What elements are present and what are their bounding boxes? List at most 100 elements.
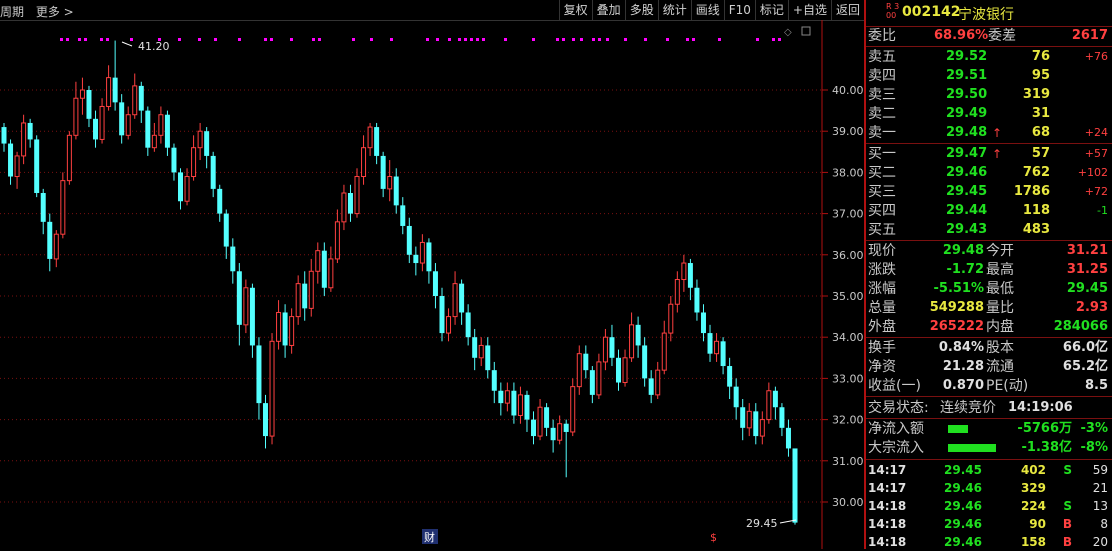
candle-body — [14, 155, 20, 178]
candle-body — [21, 122, 27, 157]
ask-volume: 319 — [1022, 87, 1050, 102]
price-axis-label: 38.00 — [832, 166, 864, 179]
candle-body — [276, 311, 282, 342]
bid-level-label: 买一 — [868, 146, 896, 162]
dividend-mark[interactable]: $ — [710, 531, 717, 544]
f10-button[interactable]: F10 — [723, 0, 755, 20]
diamond-icon[interactable]: ◇ — [784, 27, 792, 38]
bid-price: 29.46 — [946, 165, 988, 180]
signal-dot — [198, 38, 201, 41]
signal-dot — [572, 38, 575, 41]
candle-body — [328, 258, 334, 289]
candle-body — [171, 147, 177, 173]
candle-body — [714, 340, 720, 355]
candle-body — [60, 180, 66, 235]
fundamental-row: 换手 0.84% 股本 66.0亿 — [866, 339, 1112, 357]
candle-body — [746, 410, 752, 429]
candle-body — [785, 427, 791, 449]
multi-stock-button[interactable]: 多股 — [624, 0, 658, 20]
tick-row: 14:17 29.45 402 S 59 — [866, 461, 1112, 479]
fund-flow-row: 大宗流入 -1.38亿 -8% — [866, 439, 1112, 457]
fundamental-row: 收益(一) 0.870 PE(动) 8.5 — [866, 377, 1112, 395]
candle-body — [661, 332, 667, 371]
candle-body — [537, 406, 543, 437]
candle-body — [34, 139, 40, 193]
bid-price: 29.47 — [946, 146, 988, 161]
more-menu[interactable]: 更多 > — [36, 5, 74, 19]
candle-body — [334, 221, 340, 260]
bid-level-row: 买二 29.46 762 +102 — [866, 164, 1112, 182]
chart-settings-icon[interactable] — [801, 26, 811, 36]
signal-dot — [290, 38, 293, 41]
signal-dot — [778, 38, 781, 41]
ask-volume: 95 — [1031, 68, 1050, 83]
candle-body — [452, 283, 458, 318]
draw-line-button[interactable]: 画线 — [690, 0, 724, 20]
stat-label: 总量 — [868, 300, 896, 316]
fund-flow-label: 大宗流入 — [868, 440, 924, 456]
chart-toolbar: 周期 更多 > 复权 叠加 多股 统计 画线 F10 标记 +自选 返回 — [0, 0, 864, 21]
mark-button[interactable]: 标记 — [754, 0, 788, 20]
financial-report-mark[interactable]: 财 — [424, 530, 435, 544]
price-axis-label: 31.00 — [832, 455, 864, 468]
high-price-marker: 41.20 — [138, 40, 170, 53]
signal-dot — [78, 38, 81, 41]
bid-volume: 57 — [1031, 146, 1050, 161]
signal-dot — [592, 38, 595, 41]
candle-body — [210, 155, 216, 189]
candle-body — [132, 85, 138, 116]
fundamental-value: 8.5 — [1084, 378, 1108, 393]
price-axis-label: 34.00 — [832, 331, 864, 344]
tick-row: 14:18 29.46 158 B 20 — [866, 533, 1112, 551]
statistics-button[interactable]: 统计 — [657, 0, 691, 20]
candle-body — [576, 353, 582, 388]
signal-dot — [562, 38, 565, 41]
bid-price: 29.44 — [946, 203, 988, 218]
overlay-button[interactable]: 叠加 — [591, 0, 625, 20]
fund-flow-label: 净流入额 — [868, 421, 924, 437]
fund-flow-percent: -3% — [1080, 421, 1108, 436]
candle-body — [432, 271, 438, 296]
fundamental-value: 65.2亿 — [1062, 359, 1108, 374]
restore-rights-button[interactable]: 复权 — [558, 0, 592, 20]
tick-volume: 402 — [1020, 463, 1046, 477]
candle-body — [197, 130, 203, 149]
ask-price: 29.52 — [946, 49, 988, 64]
tick-side: S — [1063, 499, 1072, 513]
weicha-value: 2617 — [1071, 28, 1108, 43]
candlestick-chart[interactable]: 40.00 39.00 38.00 37.00 36.00 35.00 34.00 33.00… — [0, 20, 864, 549]
ask-level-label: 卖一 — [868, 125, 896, 141]
candle-body — [792, 448, 798, 523]
back-button[interactable]: 返回 — [830, 0, 864, 20]
signal-dot — [426, 38, 429, 41]
candle-body — [158, 114, 164, 136]
candle-body — [361, 147, 367, 178]
candle-body — [531, 419, 537, 437]
stat-label: 涨幅 — [868, 281, 896, 297]
candle-body — [223, 213, 229, 247]
fundamental-value: 0.84% — [938, 340, 984, 355]
candle-body — [236, 271, 242, 325]
signal-dot — [598, 38, 601, 41]
ask-level-row: 卖五 29.52 76 +76 — [866, 48, 1112, 66]
candle-body — [27, 122, 33, 140]
ask-volume: 76 — [1031, 49, 1050, 64]
fundamental-label: 股本 — [986, 340, 1014, 356]
candle-body — [40, 193, 46, 222]
period-menu[interactable]: 周期 — [0, 5, 24, 19]
fundamental-label: PE(动) — [986, 378, 1029, 394]
candle-body — [544, 407, 550, 428]
candle-body — [524, 394, 530, 420]
candle-body — [563, 423, 569, 432]
signal-dot — [66, 38, 69, 41]
tick-count: 8 — [1100, 517, 1108, 531]
stat-label: 内盘 — [986, 319, 1014, 335]
signal-dot — [686, 38, 689, 41]
candle-body — [262, 403, 268, 437]
candle-body — [406, 225, 412, 255]
candle-body — [79, 89, 85, 99]
stat-label: 最低 — [986, 281, 1014, 297]
add-watchlist-button[interactable]: +自选 — [787, 0, 831, 20]
signal-dot — [318, 38, 321, 41]
low-price-marker: 29.45 — [746, 517, 778, 530]
